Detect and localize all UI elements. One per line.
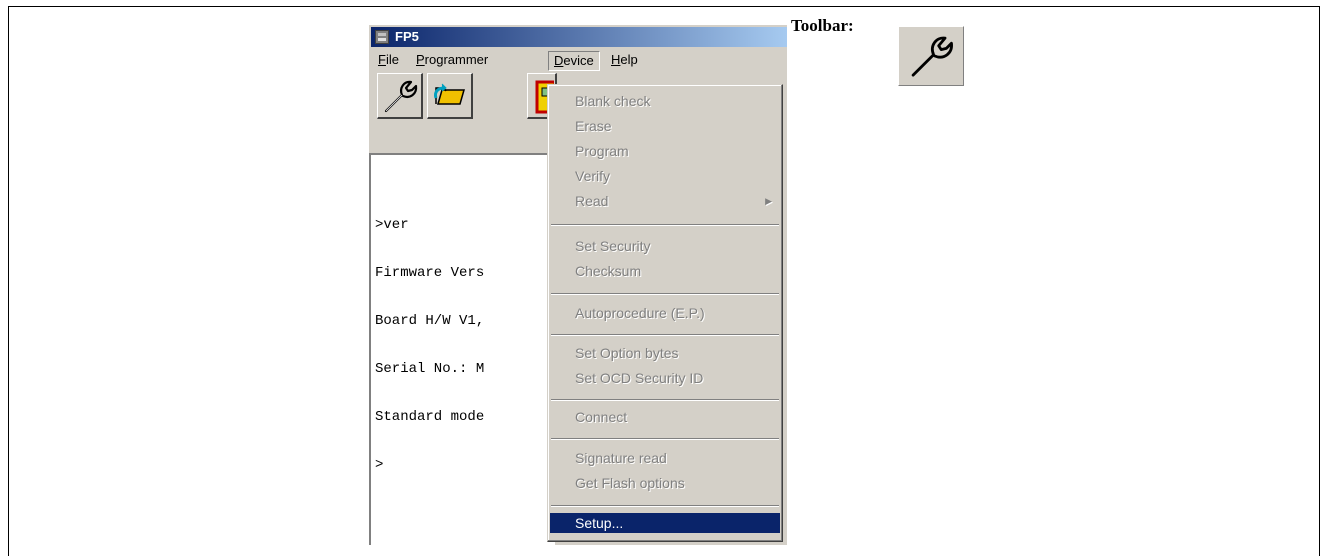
setup-toolbar-button[interactable]: [377, 73, 423, 119]
menu-device[interactable]: Device: [548, 51, 600, 71]
menu-item-erase[interactable]: Erase: [550, 116, 780, 136]
menu-help-rest: elp: [620, 52, 638, 67]
menu-separator: [551, 438, 779, 440]
wrench-icon: [384, 80, 418, 113]
title-bar[interactable]: FP5: [371, 27, 787, 47]
menu-item-blank-check[interactable]: Blank check: [550, 91, 780, 111]
menu-file-rest: ile: [385, 52, 399, 67]
console-line: >: [375, 457, 384, 473]
menu-file-mnemonic: F: [378, 52, 386, 67]
console-line: Serial No.: M: [375, 361, 485, 377]
menu-separator: [551, 293, 779, 295]
menu-item-program[interactable]: Program: [550, 141, 780, 161]
menu-help-mnemonic: H: [611, 52, 621, 67]
console-line: Firmware Vers: [375, 265, 485, 281]
menu-item-set-option-bytes[interactable]: Set Option bytes: [550, 343, 780, 363]
device-dropdown-menu: Blank check Erase Program Verify Read ▶ S…: [547, 84, 783, 542]
menu-device-rest: evice: [563, 53, 594, 68]
open-file-toolbar-button[interactable]: [427, 73, 473, 119]
menu-device-mnemonic: D: [554, 53, 564, 68]
toolbar-reference-button: [898, 26, 964, 86]
menu-separator: [551, 399, 779, 401]
menu-item-set-security[interactable]: Set Security: [550, 236, 780, 256]
console-line: Standard mode: [375, 409, 485, 425]
submenu-arrow-icon: ▶: [765, 196, 772, 206]
console-line: Board H/W V1,: [375, 313, 485, 329]
menu-item-setup[interactable]: Setup...: [550, 513, 780, 533]
menu-file[interactable]: File: [373, 51, 404, 69]
menu-separator: [551, 505, 779, 507]
menu-separator: [551, 334, 779, 336]
menu-item-checksum[interactable]: Checksum: [550, 261, 780, 281]
wrench-icon: [911, 36, 953, 77]
window-title: FP5: [395, 29, 419, 44]
menu-programmer[interactable]: Programmer: [411, 51, 493, 69]
toolbar-annotation-label: Toolbar:: [791, 16, 854, 35]
menu-item-set-ocd-security-id[interactable]: Set OCD Security ID: [550, 368, 780, 388]
menu-separator: [551, 224, 779, 226]
console-output[interactable]: >ver Firmware Vers Board H/W V1, Serial …: [369, 153, 555, 545]
menu-item-verify[interactable]: Verify: [550, 166, 780, 186]
menu-item-get-flash-options[interactable]: Get Flash options: [550, 473, 780, 493]
menu-item-signature-read[interactable]: Signature read: [550, 448, 780, 468]
app-icon: [375, 30, 389, 44]
menu-help[interactable]: Help: [606, 51, 643, 69]
menu-item-connect[interactable]: Connect: [550, 407, 780, 427]
menu-bar: File Programmer Device Help: [371, 49, 787, 71]
menu-programmer-mnemonic: P: [416, 52, 425, 67]
menu-programmer-rest: rogrammer: [424, 52, 489, 67]
menu-item-read[interactable]: Read ▶: [550, 191, 780, 211]
menu-item-read-label: Read: [575, 193, 609, 209]
open-folder-icon: [434, 83, 465, 105]
menu-item-autoprocedure[interactable]: Autoprocedure (E.P.): [550, 303, 780, 323]
console-line: >ver: [375, 217, 409, 233]
